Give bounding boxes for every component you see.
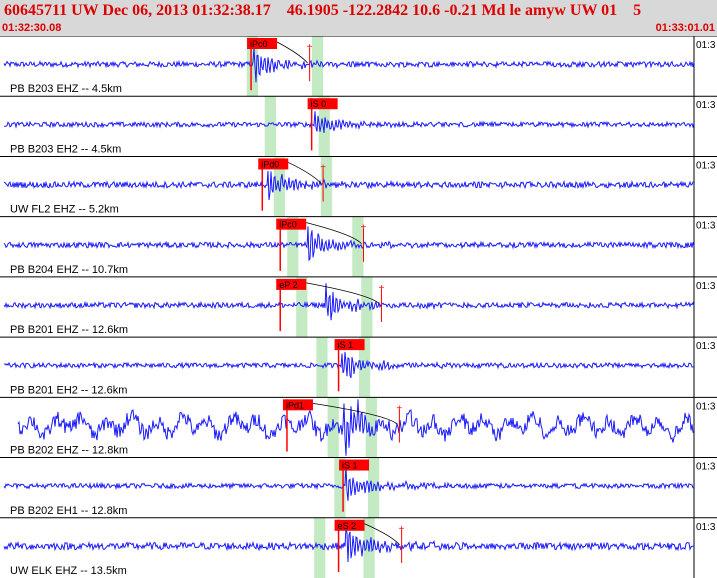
amplitude-plus: + xyxy=(399,524,405,535)
trace-time-label: 01:3 xyxy=(696,100,716,111)
station-label: PB B204 EHZ -- 10.7km xyxy=(10,264,128,276)
amplitude-plus: + xyxy=(307,42,313,53)
waveform xyxy=(3,170,695,200)
waveform xyxy=(3,283,695,321)
window-start-time: 01:32:30.08 xyxy=(2,22,62,34)
amplitude-plus: + xyxy=(320,162,326,173)
coda-curve xyxy=(276,41,308,64)
pick-label: eP 2 xyxy=(279,280,297,290)
pick-label: iS 1 xyxy=(338,340,354,350)
pick-label: iPd1 xyxy=(286,400,304,410)
event-header: 60645711 UW Dec 06, 2013 01:32:38.17 46.… xyxy=(0,0,717,36)
trace-time-label: 01:3 xyxy=(696,281,716,292)
pick-label: eS 2 xyxy=(338,521,357,531)
trace-time-label: 01:3 xyxy=(696,341,716,352)
pick-label: iPc0 xyxy=(279,220,297,230)
waveform xyxy=(3,526,694,563)
waveform xyxy=(3,111,695,134)
station-label: UW ELK EHZ -- 13.5km xyxy=(10,565,127,577)
trace-time-label: 01:3 xyxy=(696,522,716,533)
phase-band-s xyxy=(311,36,324,97)
waveform xyxy=(3,465,695,501)
station-label: PB B203 EHZ -- 4.5km xyxy=(10,83,122,95)
event-title: 60645711 UW Dec 06, 2013 01:32:38.17 46.… xyxy=(4,2,642,19)
trace-time-label: 01:3 xyxy=(696,160,716,171)
waveform xyxy=(3,226,695,262)
amplitude-plus: + xyxy=(360,223,366,234)
station-label: PB B202 EH1 -- 12.8km xyxy=(10,505,127,517)
pick-label: iS 0 xyxy=(311,99,327,109)
station-label: PB B201 EHZ -- 12.6km xyxy=(10,324,128,336)
amplitude-plus: + xyxy=(396,403,402,414)
window-end-time: 01:33:01.01 xyxy=(655,22,715,34)
station-label: UW FL2 EHZ -- 5.2km xyxy=(10,204,119,216)
pick-label: iPc0 xyxy=(250,39,268,49)
station-label: PB B201 EH2 -- 12.6km xyxy=(10,384,127,396)
pick-label: iPd0 xyxy=(261,159,279,169)
waveform xyxy=(3,47,695,83)
station-label: PB B202 EHZ -- 12.8km xyxy=(10,445,128,457)
trace-time-label: 01:3 xyxy=(696,462,716,473)
phase-band-p xyxy=(314,517,326,578)
pick-label: iS 1 xyxy=(342,461,358,471)
station-label: PB B203 EH2 -- 4.5km xyxy=(10,143,121,155)
trace-time-label: 01:3 xyxy=(696,40,716,51)
trace-time-label: 01:3 xyxy=(696,221,716,232)
trace-time-label: 01:3 xyxy=(696,401,716,412)
amplitude-plus: + xyxy=(378,283,384,294)
seismogram-panel: 01:3 iPc0 + PB B203 EHZ -- 4.5km 01:3 iS 0 PB … xyxy=(0,36,717,578)
waveform xyxy=(3,351,694,379)
